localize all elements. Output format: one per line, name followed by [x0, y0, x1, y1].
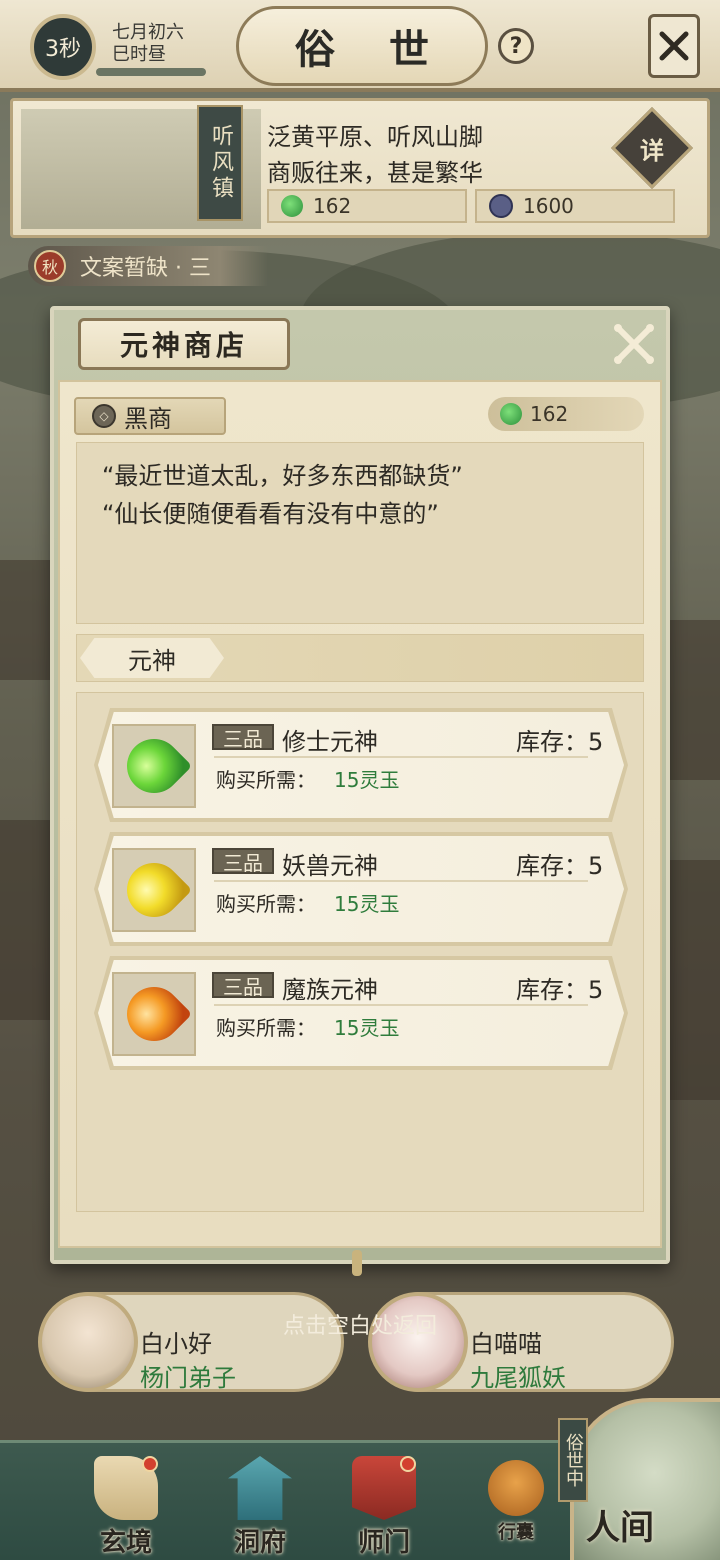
close-icon: [659, 31, 689, 61]
jade-amount: 162: [313, 194, 352, 218]
nav-item-xuanjing[interactable]: 玄境: [76, 1450, 176, 1558]
notification-dot: [142, 1456, 158, 1472]
item-icon-frame: [112, 724, 196, 808]
item-icon-frame: [112, 972, 196, 1056]
item-price: 15灵玉: [334, 768, 400, 792]
jade-resource: 162: [267, 189, 467, 223]
item-divider: [214, 1004, 588, 1006]
item-divider: [214, 756, 588, 758]
modal-bottom-pin: [352, 1250, 362, 1276]
time-of-day: 巳时昼: [112, 44, 166, 65]
coin-resource: 1600: [475, 189, 675, 223]
day-progress-bar: [96, 68, 206, 76]
item-name: 妖兽元神: [282, 852, 378, 880]
item-price: 15灵玉: [334, 892, 400, 916]
nav-item-xingnang[interactable]: 行囊: [466, 1450, 566, 1556]
shop-title: 元神商店: [119, 329, 248, 362]
notification-dot: [400, 1456, 416, 1472]
item-stock: 库存：5: [516, 852, 604, 880]
nav-label: 行囊: [498, 1522, 534, 1543]
item-name: 魔族元神: [282, 976, 378, 1004]
item-price: 15灵玉: [334, 1016, 400, 1040]
item-name: 修士元神: [282, 728, 378, 756]
green-soul-icon: [115, 727, 193, 805]
jade-balance-value: 162: [530, 402, 569, 426]
character-role-1: 杨门弟子: [140, 1364, 236, 1392]
item-icon-frame: [112, 848, 196, 932]
nav-item-dongfu[interactable]: 洞府: [210, 1450, 310, 1558]
dialog-line-1: “最近世道太乱，好多东西都缺货”: [102, 462, 463, 490]
season-badge: 秋: [34, 250, 66, 282]
page-title-plate: 俗 世: [236, 6, 488, 86]
nav-label: 玄境: [99, 1528, 152, 1558]
price-label: 购买所需：: [216, 892, 316, 916]
location-desc-line2: 商贩往来，甚是繁华: [267, 159, 483, 187]
countdown-timer: 3秒: [30, 14, 96, 80]
location-desc-line1: 泛黄平原、听风山脚: [267, 123, 483, 151]
jade-balance: 162: [488, 397, 644, 431]
detail-label: 详: [640, 136, 664, 165]
coin-amount: 1600: [523, 194, 574, 218]
grade-badge: 三品: [212, 972, 274, 999]
avatar: [368, 1292, 468, 1392]
shop-title-plate: 元神商店: [78, 318, 290, 370]
modal-close-button[interactable]: [610, 320, 658, 368]
world-label: 人间: [586, 1508, 654, 1548]
yellow-soul-icon: [115, 851, 193, 929]
merchant-coin-icon: ◇: [92, 404, 116, 428]
orange-soul-icon: [115, 975, 193, 1053]
close-top-button[interactable]: [648, 14, 700, 78]
jade-icon: [500, 403, 522, 425]
grade-badge: 三品: [212, 724, 274, 751]
merchant-name: 黑商: [124, 404, 172, 433]
merchant-tag: ◇ 黑商: [74, 397, 226, 435]
dialog-line-2: “仙长便随便看看有没有中意的”: [102, 500, 439, 528]
location-name: 听风镇: [197, 105, 243, 221]
item-divider: [214, 880, 588, 882]
item-stock: 库存：5: [516, 976, 604, 1004]
nav-item-shimen[interactable]: 师门: [334, 1450, 434, 1558]
avatar: [38, 1292, 138, 1392]
item-stock: 库存：5: [516, 728, 604, 756]
pavilion-icon: [228, 1456, 292, 1520]
nav-label: 洞府: [233, 1528, 286, 1558]
location-detail-button[interactable]: 详: [610, 106, 694, 190]
nav-label: 师门: [357, 1528, 410, 1558]
spirit-coin-icon: [489, 194, 513, 218]
tap-to-return-hint: 点击空白处返回: [282, 1314, 437, 1339]
world-status-tag: 俗世中: [558, 1418, 588, 1502]
grade-badge: 三品: [212, 848, 274, 875]
price-label: 购买所需：: [216, 768, 316, 792]
price-label: 购买所需：: [216, 1016, 316, 1040]
character-role-2: 九尾狐妖: [470, 1364, 566, 1392]
bag-icon: [488, 1460, 544, 1516]
page-title: 俗 世: [295, 26, 449, 73]
tab-yuanshen[interactable]: 元神: [80, 638, 224, 678]
jade-icon: [281, 195, 303, 217]
location-panel: 听风镇 泛黄平原、听风山脚 商贩往来，甚是繁华 162 1600 详: [10, 98, 710, 238]
help-button[interactable]: ?: [498, 28, 534, 64]
close-icon: [614, 324, 654, 364]
top-bar: 3秒 七月初六 巳时昼 俗 世 ?: [0, 0, 720, 92]
